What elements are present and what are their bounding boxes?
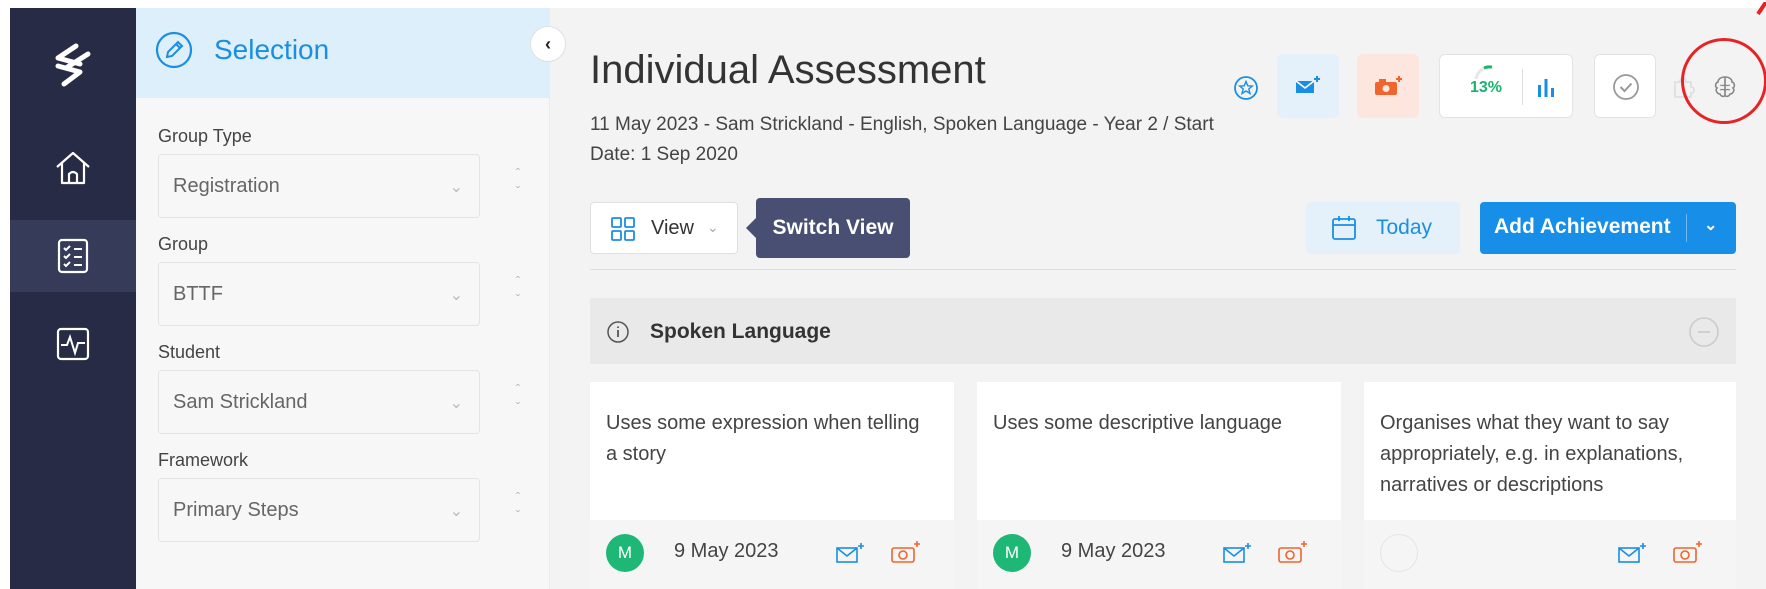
framework-label: Framework bbox=[158, 450, 249, 470]
card-footer bbox=[1364, 520, 1736, 589]
avatar[interactable]: M bbox=[993, 534, 1031, 572]
chevron-down-icon: ⌄ bbox=[449, 287, 463, 304]
achieved-date: 9 May 2023 bbox=[674, 540, 779, 562]
calendar-icon bbox=[1332, 216, 1356, 240]
group-label: Group bbox=[158, 234, 209, 254]
camera-plus-icon[interactable] bbox=[1277, 538, 1309, 566]
statement-card[interactable]: Organises what they want to say appropri… bbox=[1364, 382, 1736, 589]
student-select[interactable]: Sam Strickland ⌄ bbox=[158, 370, 480, 434]
student-label: Student bbox=[158, 342, 221, 362]
annotation-arrow-icon bbox=[1756, 2, 1766, 16]
main-content: Individual Assessment 11 May 2023 - Sam … bbox=[550, 2, 1766, 589]
annotation-highlight-circle bbox=[1681, 38, 1766, 124]
student-value: Sam Strickland bbox=[173, 391, 308, 413]
group-select[interactable]: BTTF ⌄ bbox=[158, 262, 480, 326]
switch-view-tooltip: Switch View bbox=[756, 198, 910, 258]
mail-plus-icon bbox=[1295, 76, 1320, 93]
group-type-stepper[interactable]: ˆˇ bbox=[508, 164, 528, 208]
nav-assessment[interactable] bbox=[10, 220, 136, 292]
assessment-checklist-icon bbox=[57, 238, 89, 274]
student-stepper[interactable]: ˆˇ bbox=[508, 380, 528, 424]
card-footer: M 9 May 2023 bbox=[977, 520, 1341, 589]
framework-value: Primary Steps bbox=[173, 499, 299, 521]
chevron-down-icon: ⌄ bbox=[449, 503, 463, 520]
grid-view-icon bbox=[611, 217, 635, 241]
group-type-value: Registration bbox=[173, 175, 280, 197]
statement-card[interactable]: Uses some descriptive language M 9 May 2… bbox=[977, 382, 1341, 589]
complete-button[interactable] bbox=[1594, 54, 1656, 118]
view-button-label: View bbox=[651, 217, 694, 239]
section-title: Spoken Language bbox=[650, 320, 831, 343]
left-nav-rail bbox=[10, 8, 136, 589]
group-type-select[interactable]: Registration ⌄ bbox=[158, 154, 480, 218]
framework-stepper[interactable]: ˆˇ bbox=[508, 488, 528, 532]
activity-pulse-icon bbox=[56, 327, 90, 361]
app-logo-icon[interactable] bbox=[50, 42, 96, 88]
progress-button[interactable]: 13% bbox=[1439, 54, 1573, 118]
selection-title: Selection bbox=[214, 34, 330, 65]
pencil-icon bbox=[155, 31, 193, 69]
page-subtitle: 11 May 2023 - Sam Strickland - English, … bbox=[590, 114, 1214, 165]
add-achievement-button[interactable]: Add Achievement ⌄ bbox=[1480, 202, 1736, 254]
camera-plus-icon[interactable] bbox=[1672, 538, 1704, 566]
nav-activity[interactable] bbox=[10, 308, 136, 380]
view-switch-button[interactable]: View ⌄ bbox=[590, 202, 738, 254]
collapse-minus-icon[interactable] bbox=[1688, 316, 1720, 348]
progress-separator bbox=[1522, 69, 1523, 105]
chevron-left-icon: ‹ bbox=[545, 33, 551, 54]
statement-text: Organises what they want to say appropri… bbox=[1380, 412, 1684, 496]
chevron-down-icon: ⌄ bbox=[707, 219, 719, 235]
collapse-panel-button[interactable]: ‹ bbox=[530, 26, 566, 62]
home-icon bbox=[56, 151, 90, 185]
tooltip-arrow bbox=[746, 218, 756, 238]
camera-plus-icon bbox=[1375, 76, 1402, 95]
camera-plus-icon[interactable] bbox=[890, 538, 922, 566]
selection-panel-header: Selection bbox=[136, 8, 550, 98]
add-photo-button[interactable] bbox=[1357, 54, 1419, 118]
chevron-down-icon: ⌄ bbox=[449, 179, 463, 196]
mail-plus-icon[interactable] bbox=[1221, 540, 1253, 566]
info-icon[interactable] bbox=[606, 320, 630, 344]
page-title: Individual Assessment bbox=[590, 48, 986, 92]
card-footer: M 9 May 2023 bbox=[590, 520, 954, 589]
mail-plus-icon[interactable] bbox=[834, 540, 866, 566]
bar-chart-icon bbox=[1538, 79, 1554, 97]
achieved-date: 9 May 2023 bbox=[1061, 540, 1166, 562]
today-button[interactable]: Today bbox=[1306, 202, 1460, 254]
today-button-label: Today bbox=[1376, 216, 1433, 239]
split-separator bbox=[1686, 214, 1687, 242]
add-note-button[interactable] bbox=[1277, 54, 1339, 118]
statement-text: Uses some descriptive language bbox=[993, 412, 1283, 434]
add-achievement-label: Add Achievement bbox=[1494, 215, 1671, 238]
chevron-down-icon[interactable]: ⌄ bbox=[1704, 215, 1717, 235]
favourite-star-icon[interactable] bbox=[1233, 75, 1259, 101]
group-value: BTTF bbox=[173, 283, 223, 305]
selection-panel: Selection Group Type Registration ⌄ ˆˇ G… bbox=[136, 8, 550, 589]
section-header[interactable]: Spoken Language bbox=[590, 298, 1736, 364]
group-stepper[interactable]: ˆˇ bbox=[508, 272, 528, 316]
avatar[interactable]: M bbox=[606, 534, 644, 572]
toolbar-divider bbox=[590, 269, 1736, 270]
mail-plus-icon[interactable] bbox=[1616, 540, 1648, 566]
group-type-label: Group Type bbox=[158, 126, 252, 146]
avatar-empty[interactable] bbox=[1380, 534, 1418, 572]
check-circle-icon bbox=[1613, 74, 1639, 100]
statement-text: Uses some expression when telling a stor… bbox=[606, 412, 920, 465]
progress-percent: 13% bbox=[1470, 79, 1503, 96]
chevron-down-icon: ⌄ bbox=[449, 395, 463, 412]
framework-select[interactable]: Primary Steps ⌄ bbox=[158, 478, 480, 542]
nav-home[interactable] bbox=[10, 132, 136, 204]
statement-card[interactable]: Uses some expression when telling a stor… bbox=[590, 382, 954, 589]
app-window: Selection Group Type Registration ⌄ ˆˇ G… bbox=[0, 0, 1766, 589]
